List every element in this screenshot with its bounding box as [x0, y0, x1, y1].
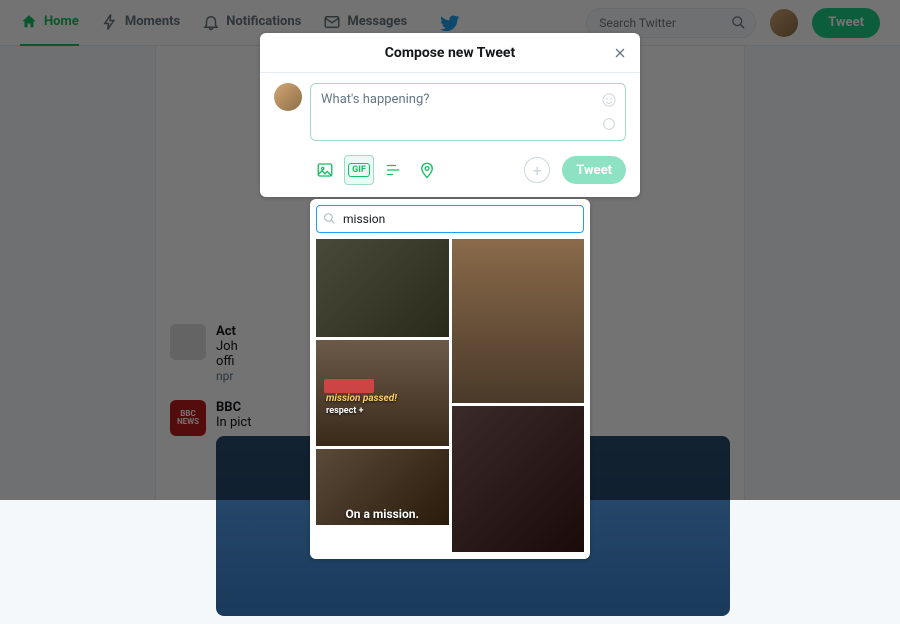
- gif-result[interactable]: [452, 239, 585, 403]
- gif-result[interactable]: [316, 239, 449, 337]
- thread-circle-icon[interactable]: [601, 116, 617, 132]
- gif-overlay-text: mission passed!: [326, 393, 397, 404]
- gif-result[interactable]: mission passed! respect +: [316, 340, 449, 446]
- image-icon: [316, 161, 334, 179]
- emoji-icon[interactable]: [601, 92, 617, 108]
- gif-search-wrap: [316, 205, 584, 233]
- location-icon: [418, 161, 436, 179]
- tweet-submit-button[interactable]: Tweet: [562, 156, 626, 184]
- gif-result[interactable]: On a mission.: [316, 449, 449, 525]
- poll-icon: [384, 161, 402, 179]
- gif-result[interactable]: [452, 406, 585, 552]
- gif-column: [452, 239, 585, 559]
- compose-toolbar: GIF + Tweet: [260, 149, 640, 197]
- location-tool[interactable]: [412, 155, 442, 185]
- poll-tool[interactable]: [378, 155, 408, 185]
- image-tool[interactable]: [310, 155, 340, 185]
- search-icon: [323, 212, 336, 225]
- gif-tool[interactable]: GIF: [344, 155, 374, 185]
- modal-stack: Compose new Tweet What's happening? GIF: [260, 33, 640, 559]
- gif-picker-panel: mission passed! respect + On a mission.: [310, 199, 590, 559]
- gif-search-input[interactable]: [316, 205, 584, 233]
- modal-header: Compose new Tweet: [260, 33, 640, 73]
- compose-body: What's happening?: [260, 73, 640, 149]
- close-icon[interactable]: [612, 45, 628, 61]
- add-tweet-button[interactable]: +: [524, 157, 550, 183]
- gif-column: mission passed! respect + On a mission.: [316, 239, 449, 559]
- compose-textarea[interactable]: What's happening?: [310, 83, 626, 141]
- compose-avatar: [274, 83, 302, 111]
- gif-badge: GIF: [348, 163, 370, 177]
- modal-title: Compose new Tweet: [385, 45, 515, 61]
- compose-modal: Compose new Tweet What's happening? GIF: [260, 33, 640, 197]
- compose-placeholder: What's happening?: [321, 92, 429, 107]
- gif-overlay-text: respect +: [326, 406, 364, 416]
- gif-caption: On a mission.: [346, 507, 419, 521]
- gif-results-grid: mission passed! respect + On a mission.: [316, 239, 584, 559]
